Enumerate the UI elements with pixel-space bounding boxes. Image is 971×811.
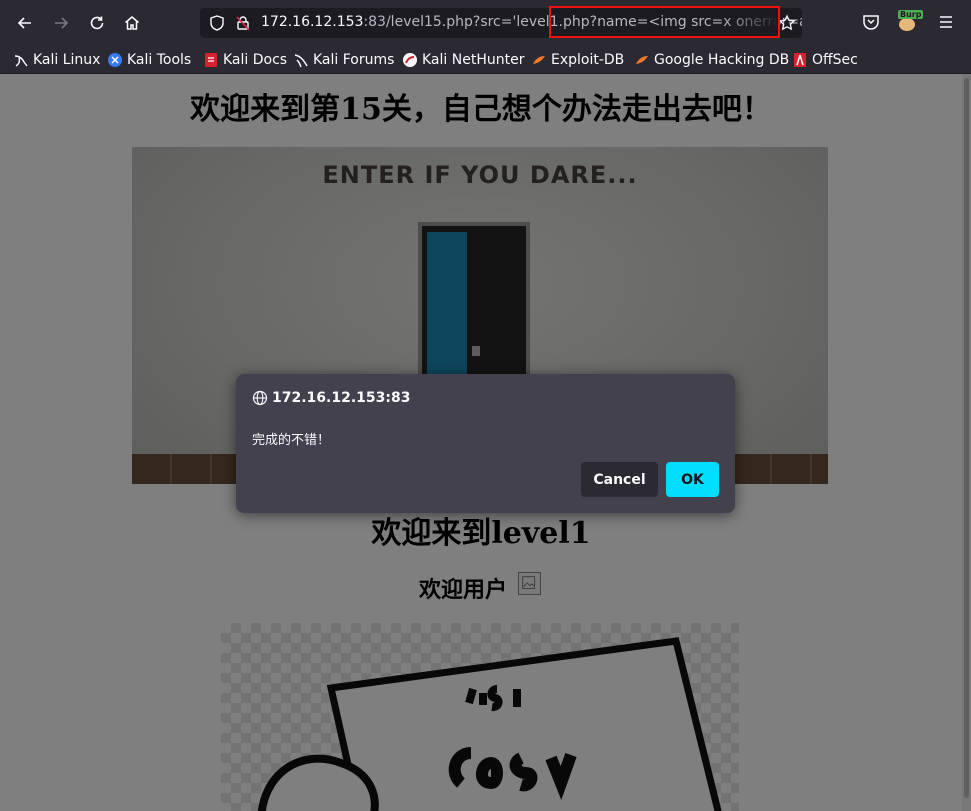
bookmark-kali-tools[interactable]: Kali Tools bbox=[107, 50, 191, 70]
home-icon bbox=[125, 16, 139, 30]
menu-icon[interactable] bbox=[936, 12, 956, 32]
dialog-origin: 172.16.12.153:83 bbox=[272, 390, 411, 406]
bookmark-offsec[interactable]: OffSec bbox=[792, 50, 858, 70]
url-host: 172.16.12.153 bbox=[261, 14, 364, 30]
bookmark-star-icon[interactable] bbox=[778, 14, 796, 32]
bookmark-label: Kali Tools bbox=[127, 52, 192, 68]
cancel-button[interactable]: Cancel bbox=[581, 462, 658, 497]
alert-dialog: 172.16.12.153:83 完成的不错！ Cancel OK bbox=[236, 374, 735, 513]
bookmark-label: Kali Linux bbox=[33, 52, 101, 68]
burp-label: Burp bbox=[898, 10, 924, 19]
shield-icon[interactable] bbox=[208, 14, 226, 32]
bookmark-label: Google Hacking DB bbox=[654, 52, 790, 68]
payload-highlight-box bbox=[549, 6, 780, 38]
reload-icon bbox=[90, 16, 104, 30]
browser-toolbar: 172.16.12.153:83/level15.php?src='level1… bbox=[0, 0, 971, 46]
dialog-message: 完成的不错！ bbox=[252, 433, 331, 448]
kali-forums-icon bbox=[293, 52, 309, 68]
forward-button[interactable] bbox=[47, 9, 75, 37]
arrow-right-icon bbox=[55, 17, 69, 29]
bookmark-kali-linux[interactable]: Kali Linux bbox=[13, 50, 100, 70]
offsec-icon bbox=[792, 52, 808, 68]
insecure-lock-icon[interactable] bbox=[234, 14, 252, 32]
bookmarks-toolbar: Kali Linux Kali Tools Kali Docs Kali For… bbox=[0, 46, 971, 74]
bookmark-label: Kali NetHunter bbox=[422, 52, 525, 68]
bookmark-kali-nethunter[interactable]: Kali NetHunter bbox=[402, 50, 524, 70]
bookmark-kali-forums[interactable]: Kali Forums bbox=[293, 50, 394, 70]
pocket-icon[interactable] bbox=[861, 12, 881, 32]
burp-extension-icon[interactable] bbox=[899, 18, 915, 31]
globe-icon bbox=[252, 390, 268, 406]
back-button[interactable] bbox=[11, 9, 39, 37]
kali-docs-icon bbox=[203, 52, 219, 68]
arrow-left-icon bbox=[17, 17, 31, 29]
bookmark-google-hacking-db[interactable]: Google Hacking DB bbox=[634, 50, 789, 70]
bookmark-label: Kali Forums bbox=[313, 52, 395, 68]
bookmark-label: Exploit-DB bbox=[551, 52, 625, 68]
ok-button[interactable]: OK bbox=[666, 462, 719, 497]
kali-dragon-icon bbox=[13, 52, 29, 68]
nethunter-icon bbox=[402, 52, 418, 68]
exploitdb-icon bbox=[531, 52, 547, 68]
bookmark-exploit-db[interactable]: Exploit-DB bbox=[531, 50, 624, 70]
home-button[interactable] bbox=[118, 9, 146, 37]
ghdb-icon bbox=[634, 52, 650, 68]
bookmark-label: OffSec bbox=[812, 52, 858, 68]
bookmark-label: Kali Docs bbox=[223, 52, 288, 68]
kali-tools-icon bbox=[107, 52, 123, 68]
reload-button[interactable] bbox=[83, 9, 111, 37]
bookmark-kali-docs[interactable]: Kali Docs bbox=[203, 50, 287, 70]
